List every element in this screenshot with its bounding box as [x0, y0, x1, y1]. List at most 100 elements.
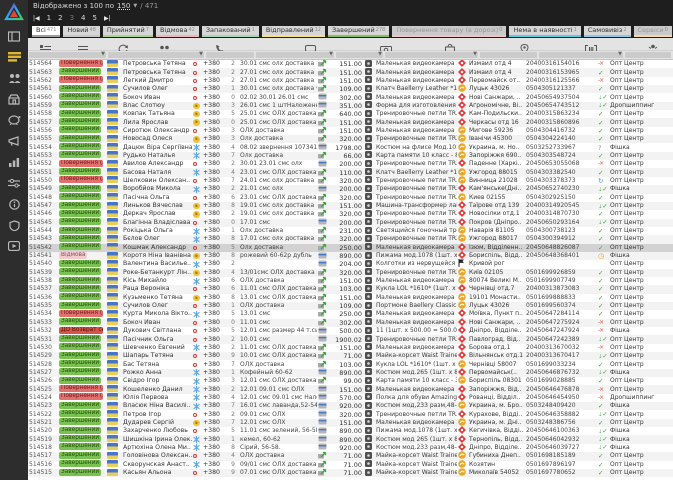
sidebar-dashboard-icon[interactable]	[7, 30, 21, 42]
ttn-number[interactable]: 20450646358882	[525, 411, 597, 419]
table-row[interactable]: 514517 Завершений Головінова Олексан.. +…	[28, 451, 673, 461]
ttn-number[interactable]: 20450646100363	[525, 427, 597, 435]
tab-Новий[interactable]: Новий48	[63, 26, 100, 37]
page-number[interactable]: 3	[70, 14, 74, 22]
table-row[interactable]: 514537 Завершений Раца Вероніка +380 6 1…	[28, 284, 673, 294]
filter-input[interactable]: ▼	[385, 51, 478, 58]
sidebar-finance-icon[interactable]	[7, 114, 21, 126]
sidebar-support-icon[interactable]	[7, 219, 21, 231]
ttn-number[interactable]: 20400316154016	[525, 60, 597, 68]
table-row[interactable]: 514549 Завершений Воробйов Микола +380 2…	[28, 184, 673, 194]
ttn-number[interactable]: 20450647242389	[525, 336, 597, 344]
ttn-number[interactable]: 0501697896197	[525, 461, 597, 469]
ttn-number[interactable]: 20450648826087	[525, 244, 597, 252]
table-row[interactable]: 514530 Завершений Шевченко Евгений +380 …	[28, 342, 673, 353]
ttn-number[interactable]: 20400316125566	[525, 77, 597, 85]
table-row[interactable]: 514539 Завершений Роке-Бетанкурт Лін.. l…	[28, 267, 673, 277]
table-row[interactable]: 514557 Завершений Лила Ярослав lk +380 0…	[28, 117, 673, 127]
sidebar-stats-icon[interactable]	[7, 156, 21, 168]
table-row[interactable]: 514536 Завершений Кузьменко Тетяна lk +3…	[28, 292, 673, 302]
tab-Відправлений[interactable]: Відправлений12	[261, 26, 325, 37]
ttn-number[interactable]: 0501699033234	[525, 361, 597, 369]
table-row[interactable]: 514556 Завершений Сиротюк Олександр +380…	[28, 126, 673, 136]
tab-Самовивіз[interactable]: Самовивіз2	[583, 26, 631, 37]
table-row[interactable]: 514522 Завершений Петров Ігор +380 2 09.…	[28, 409, 673, 419]
ttn-number[interactable]: 0504300394912	[525, 235, 597, 243]
sidebar-shop-icon[interactable]	[7, 93, 21, 105]
tab-Повернення товару (в дорозі)[interactable]: Повернення товару (в дорозі)0	[392, 26, 507, 37]
table-row[interactable]: 514555 Завершений Новосад Олеся lk +380 …	[28, 134, 673, 144]
table-row[interactable]: 514548 Завершений Пасічна Ольга +380 6 2…	[28, 192, 673, 202]
table-row[interactable]: 514534 Повернення (з.. Курта Микола Вікт…	[28, 309, 673, 319]
ttn-number[interactable]: 20450646876732	[525, 369, 597, 377]
ttn-number[interactable]: 0504304416732	[525, 127, 597, 135]
ttn-number[interactable]: 0501699926859	[525, 269, 597, 277]
sidebar-video-icon[interactable]	[7, 240, 21, 252]
chevron-down-icon[interactable]: ▼	[101, 51, 105, 57]
ttn-number[interactable]: 0504303382540	[525, 169, 597, 177]
table-row[interactable]: 514547 Завершений Линьков Вячеслав lk +3…	[28, 201, 673, 211]
ttn-number[interactable]: 0501699560374	[525, 302, 597, 310]
tab-Прийнятий[interactable]: Прийнятий7	[102, 26, 153, 37]
table-row[interactable]: 514558 Завершений Ковпак Татьяна lk +380…	[28, 109, 673, 119]
tab-Всі[interactable]: Всі471	[32, 26, 61, 37]
table-row[interactable]: 514543 Завершений Бєлов Олег +380 8 17.0…	[28, 234, 673, 244]
table-row[interactable]: 514528 Завершений Бас Тетяна +380 7 ОЛХ …	[28, 359, 673, 369]
table-row[interactable]: 514564 Повернення (з.. Петровська Тетяна…	[28, 60, 673, 69]
ttn-number[interactable]: 0503252733967	[525, 144, 597, 152]
chevron-down-icon[interactable]: ▼	[378, 51, 382, 57]
table-row[interactable]: 514560 Завершений Бокоч Иван +380 0 02.0…	[28, 92, 673, 102]
table-row[interactable]: 514520 Завершений Захарченко Любовь +380…	[28, 426, 673, 436]
ttn-number[interactable]: 20400313670032	[525, 344, 597, 352]
ttn-number[interactable]: 20450646454950	[525, 394, 597, 402]
table-row[interactable]: 514516 Завершений Скворунская Анаст.. +3…	[28, 459, 673, 469]
ttn-number[interactable]: 20400316153965	[525, 69, 597, 77]
ttn-number[interactable]: 20450652740230	[525, 185, 597, 193]
ttn-number[interactable]: 20450653055068	[525, 160, 597, 168]
filter-input[interactable]: ▼	[336, 51, 383, 58]
last-page-button[interactable]: ▶|	[104, 15, 111, 22]
table-row[interactable]: 514518 Завершений Артюхіна Олена Ми.. +3…	[28, 442, 673, 453]
filter-input[interactable]: ▼	[256, 51, 334, 58]
ttn-number[interactable]: 20400313873083	[525, 285, 597, 293]
table-row[interactable]: 514523 Завершений Власюк Ніна Василі.. +…	[28, 401, 673, 411]
chevron-down-icon[interactable]: ▼	[329, 51, 333, 57]
ttn-number[interactable]: 20450646039727	[525, 444, 597, 452]
ttn-number[interactable]: 20400315863234	[525, 110, 597, 118]
table-row[interactable]: 514526 Завершений Свідро Ігор +380 3 12.…	[28, 376, 673, 386]
table-row[interactable]: 514524 Повернення (з.. Юлія Первова +380…	[28, 392, 673, 403]
ttn-number[interactable]: 0503248386756	[525, 419, 597, 427]
tab-Нема в наявності[interactable]: Нема в наявності1	[509, 26, 581, 37]
table-row[interactable]: 514521 Завершений Дударев Сергій lk +380…	[28, 418, 673, 428]
status-badge[interactable]: Завершений	[58, 468, 106, 478]
ttn-number[interactable]: 20450647275924	[525, 319, 597, 327]
table-row[interactable]: 514541 Відмова Коротя Ніна Іванівна lk +…	[28, 251, 673, 261]
tab-Відмова[interactable]: Відмова42	[155, 26, 199, 37]
tab-Сервіси[interactable]: Сервіси0	[633, 26, 672, 37]
page-number[interactable]: 2	[58, 14, 62, 22]
ttn-number[interactable]: 0501697780652	[525, 469, 597, 477]
table-row[interactable]: 514538 Завершений Кісь Михайло +380 6 ОЛ…	[28, 276, 673, 286]
ttn-number[interactable]: 20400314920545	[525, 202, 597, 210]
ttn-number[interactable]: 0504303548724	[525, 152, 597, 160]
page-number[interactable]: 5	[93, 14, 97, 22]
sidebar-clients-icon[interactable]	[7, 72, 21, 84]
ttn-number[interactable]: 0504302925150	[525, 194, 597, 202]
chevron-down-icon[interactable]: ▼	[199, 51, 203, 57]
page-number[interactable]: 4	[81, 14, 85, 22]
table-row[interactable]: 514552 Повернення (з.. Авилов Александр …	[28, 159, 673, 169]
table-row[interactable]: 514531 Завершений Пасічник Ольга +380 2 …	[28, 334, 673, 344]
ttn-number[interactable]: 20450654743512	[525, 102, 597, 110]
table-row[interactable]: 514546 Завершений Деркач Ярослав lk +380…	[28, 209, 673, 219]
tab-Завершений[interactable]: Завершений278	[328, 26, 390, 37]
table-row[interactable]: 514561 Завершений Сучилов Олег +380 1 30…	[28, 84, 673, 94]
ttn-number[interactable]: 0503248409420	[525, 402, 597, 410]
table-row[interactable]: 514529 Завершений Шапарь Тетяна +380 9 1…	[28, 351, 673, 361]
table-row[interactable]: 514515 Завершений Касьян Альона +380 9 0…	[28, 468, 673, 478]
table-row[interactable]: 514562 Повернення (з.. Легкий Дмитро +38…	[28, 75, 673, 86]
table-row[interactable]: 514533 Завершений Бокоч Иван +380 0 11.0…	[28, 317, 673, 327]
table-row[interactable]: 514527 Завершений Рожко Анна +380 1 Кофе…	[28, 367, 673, 378]
ttn-number[interactable]: 20450650293164	[525, 219, 597, 227]
ttn-number[interactable]: 0501699907749	[525, 277, 597, 285]
table-row[interactable]: 514532 ДО Возврат ск.. Дукович Світлана …	[28, 326, 673, 336]
